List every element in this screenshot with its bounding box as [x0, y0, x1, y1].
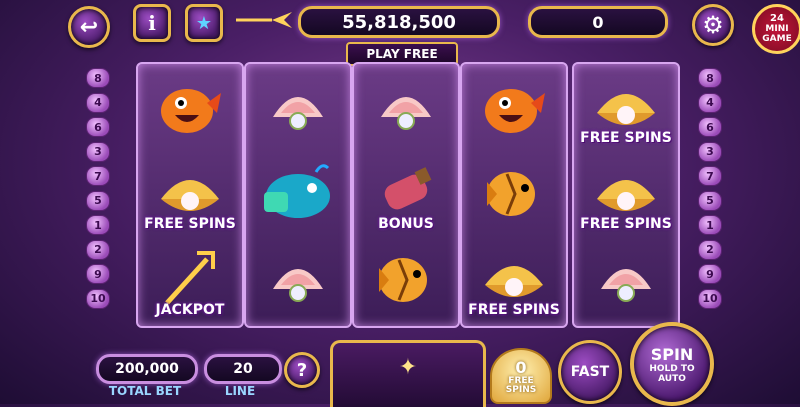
free-spins-count: 0: [515, 357, 527, 377]
reel-symbol: BONUS: [354, 152, 458, 238]
reel-symbol: [462, 66, 566, 152]
reel-symbol: FREE SPINS: [574, 66, 678, 152]
reel-symbol: [354, 238, 458, 324]
reel-symbol: [138, 66, 242, 152]
reel-symbol: FREE SPINS: [462, 238, 566, 324]
reel-symbol: [354, 66, 458, 152]
spin-label: SPIN: [650, 344, 694, 364]
info-icon: i: [148, 11, 156, 35]
line-number[interactable]: 10: [86, 288, 110, 309]
spin-sub-label: HOLD TO AUTO: [649, 363, 695, 384]
line-number[interactable]: 4: [86, 92, 110, 113]
fast-label: FAST: [570, 364, 610, 380]
shell-icon: [591, 249, 661, 313]
line-number[interactable]: 7: [86, 166, 110, 186]
anglerfish-blue-icon: [258, 160, 338, 230]
symbol-label: FREE SPINS: [468, 302, 560, 318]
line-number[interactable]: 2: [86, 239, 110, 260]
help-button[interactable]: ?: [284, 352, 320, 388]
line-number[interactable]: 7: [698, 166, 722, 186]
reel-symbol: [246, 152, 350, 238]
win-display: 0: [528, 6, 668, 38]
favorite-button[interactable]: ★: [185, 4, 223, 42]
line-number[interactable]: 3: [698, 141, 722, 162]
line-number[interactable]: 1: [86, 215, 110, 235]
line-number[interactable]: 1: [698, 215, 722, 235]
reel-symbol: [246, 238, 350, 324]
reel-symbol: [574, 238, 678, 324]
symbol-label: JACKPOT: [155, 302, 225, 318]
line-number[interactable]: 6: [698, 117, 722, 137]
symbol-label: FREE SPINS: [580, 216, 672, 232]
anglerfish-icon: [155, 75, 225, 143]
line-display[interactable]: 20: [204, 354, 282, 384]
line-number[interactable]: 10: [698, 288, 722, 309]
trident-decoration-icon: [232, 10, 296, 30]
reel-symbol: [246, 66, 350, 152]
shell-icon: [263, 77, 333, 141]
back-arrow-icon: ↩: [79, 14, 99, 40]
mini-game-button[interactable]: 24 MINI GAME: [752, 4, 800, 54]
symbol-label: FREE SPINS: [580, 130, 672, 146]
line-number[interactable]: 4: [698, 92, 722, 113]
line-number[interactable]: 3: [86, 141, 110, 162]
shell-icon: [371, 77, 441, 141]
play-free-label: PLAY FREE: [366, 47, 438, 61]
reel: FREE SPINS: [460, 62, 568, 328]
total-bet-label: TOTAL BET: [108, 384, 182, 398]
line-number[interactable]: 6: [86, 117, 110, 137]
mini-game-count: 24: [770, 13, 784, 24]
star-icon: ★: [195, 12, 213, 34]
line-number[interactable]: 8: [698, 68, 722, 88]
free-spins-counter: 0 FREE SPINS: [490, 348, 552, 404]
line-number[interactable]: 8: [86, 68, 110, 88]
line-number[interactable]: 5: [86, 190, 110, 211]
free-spins-label: FREE SPINS: [505, 375, 537, 395]
total-bet-value: 200,000: [115, 361, 179, 377]
info-button[interactable]: i: [133, 4, 171, 42]
line-label: LINE: [224, 384, 256, 398]
reel: [244, 62, 352, 328]
anglerfish-icon: [479, 75, 549, 143]
mini-game-label: MINI GAME: [762, 24, 792, 44]
back-button[interactable]: ↩: [68, 6, 110, 48]
settings-button[interactable]: ⚙: [692, 4, 734, 46]
line-value: 20: [233, 361, 253, 377]
line-number[interactable]: 2: [698, 239, 722, 260]
fast-button[interactable]: FAST: [558, 340, 622, 404]
goldfish-icon: [369, 248, 443, 314]
spin-button[interactable]: SPIN HOLD TO AUTO: [630, 322, 714, 406]
total-bet-display[interactable]: 200,000: [96, 354, 198, 384]
center-ornament: ✦: [330, 340, 486, 407]
sparkle-icon: ✦: [398, 355, 418, 380]
reel-symbol: FREE SPINS: [138, 152, 242, 238]
reel-symbol: JACKPOT: [138, 238, 242, 324]
reel: FREE SPINS JACKPOT: [136, 62, 244, 328]
line-number[interactable]: 9: [698, 264, 722, 284]
shell-icon: [263, 249, 333, 313]
reel-symbol: [462, 152, 566, 238]
help-label: ?: [296, 359, 308, 381]
line-number[interactable]: 9: [86, 264, 110, 284]
reel: FREE SPINS FREE SPINS: [572, 62, 680, 328]
line-number[interactable]: 5: [698, 190, 722, 211]
symbol-label: FREE SPINS: [144, 216, 236, 232]
goldfish-icon: [477, 162, 551, 228]
balance-value: 55,818,500: [342, 11, 456, 33]
win-value: 0: [592, 12, 604, 32]
gear-icon: ⚙: [702, 11, 724, 39]
reel-symbol: FREE SPINS: [574, 152, 678, 238]
symbol-label: BONUS: [378, 216, 434, 232]
balance-display: 55,818,500: [298, 6, 500, 38]
reel: BONUS: [352, 62, 460, 328]
